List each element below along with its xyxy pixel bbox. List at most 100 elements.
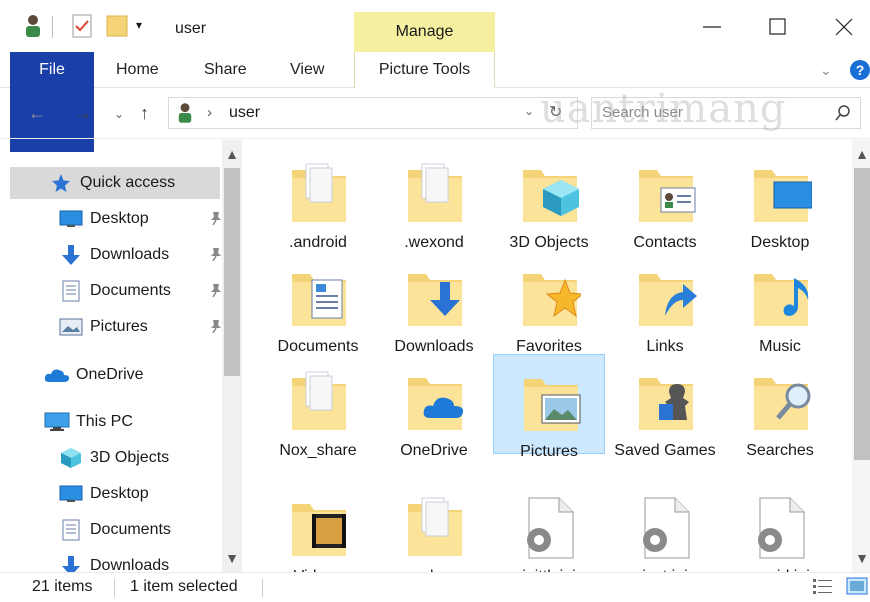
address-bar[interactable]: › user ⌄ ↻ <box>168 97 578 129</box>
status-separator <box>114 579 115 597</box>
nav-item-label: This PC <box>76 413 133 430</box>
star-icon <box>48 172 74 194</box>
contacts-folder-icon <box>639 170 696 222</box>
nav-item-desktop-pc[interactable]: Desktop <box>10 478 222 510</box>
file-item[interactable]: Nox_share <box>262 354 374 459</box>
forward-arrow-icon[interactable]: → <box>74 103 92 124</box>
file-item[interactable]: OneDrive <box>378 354 490 459</box>
games-folder-icon <box>639 378 693 430</box>
download-icon <box>58 555 84 572</box>
recent-locations-chevron-icon[interactable]: ⌄ <box>114 107 124 121</box>
desktop-folder-icon <box>754 170 812 222</box>
address-dropdown-chevron-icon[interactable]: ⌄ <box>524 104 534 118</box>
file-item[interactable]: .wexond <box>378 146 490 251</box>
file-item[interactable]: Links <box>609 250 721 355</box>
large-icons-view-icon[interactable] <box>846 576 868 601</box>
file-item-label: Nox_share <box>279 442 357 459</box>
file-item[interactable]: .android <box>262 146 374 251</box>
nav-item-label: Documents <box>90 282 171 299</box>
manage-context-tab[interactable]: Manage <box>354 12 495 52</box>
nav-item-documents[interactable]: Documents <box>10 275 222 307</box>
nav-item-documents-pc[interactable]: Documents <box>10 514 222 546</box>
nav-item-label: OneDrive <box>76 366 144 383</box>
file-item-label: Pictures <box>520 443 578 460</box>
properties-icon[interactable] <box>72 14 92 38</box>
tab-home[interactable]: Home <box>116 52 159 88</box>
scroll-down-icon[interactable]: ▼ <box>852 550 870 566</box>
pictures-icon <box>58 316 84 338</box>
nav-scrollbar-thumb[interactable] <box>224 168 240 376</box>
file-grid: .android .wexond 3D Objects Contacts Desktop… <box>262 140 852 572</box>
file-item[interactable]: Videos <box>262 480 374 572</box>
close-icon[interactable] <box>832 14 858 40</box>
expand-ribbon-chevron-icon[interactable]: ⌄ <box>820 62 832 79</box>
search-icon[interactable] <box>834 104 852 126</box>
desktop-icon <box>58 208 84 230</box>
pin-icon[interactable] <box>210 247 222 262</box>
scroll-down-icon[interactable]: ▼ <box>222 550 242 566</box>
downloads-folder-icon <box>408 274 462 326</box>
pin-icon[interactable] <box>210 211 222 226</box>
nav-item-this-pc[interactable]: This PC <box>10 406 222 438</box>
nav-scrollbar[interactable]: ▲ ▼ <box>222 140 242 572</box>
file-item-label: OneDrive <box>400 442 468 459</box>
file-item[interactable]: Searches <box>724 354 836 459</box>
tab-picture-tools[interactable]: Picture Tools <box>354 52 495 88</box>
nav-item-label: Pictures <box>90 318 148 335</box>
file-item[interactable]: inst.ini <box>609 480 721 572</box>
doc-folder-icon <box>408 497 462 556</box>
new-folder-icon[interactable] <box>106 14 128 38</box>
tab-share[interactable]: Share <box>204 52 247 88</box>
window-title: user <box>175 20 207 37</box>
details-view-icon[interactable] <box>812 576 834 601</box>
file-item[interactable]: Pictures <box>493 354 605 460</box>
nav-item-label: Quick access <box>80 174 176 191</box>
minimize-icon[interactable] <box>700 14 726 40</box>
content-scrollbar[interactable]: ▲ ▼ <box>852 140 870 572</box>
scroll-up-icon[interactable]: ▲ <box>852 146 870 162</box>
file-item[interactable]: inittk.ini <box>493 480 605 572</box>
file-item[interactable]: Desktop <box>724 146 836 251</box>
nav-item-label: Downloads <box>90 246 170 263</box>
nav-item-desktop[interactable]: Desktop <box>10 203 222 235</box>
file-item[interactable]: Music <box>724 250 836 355</box>
file-item-label: Searches <box>746 442 814 459</box>
nav-item-downloads[interactable]: Downloads <box>10 239 222 271</box>
nav-item-3d-objects[interactable]: 3D Objects <box>10 442 222 474</box>
file-item[interactable]: Saved Games <box>609 354 721 459</box>
nav-item-onedrive[interactable]: OneDrive <box>10 359 222 391</box>
status-separator <box>262 579 263 597</box>
nav-item-label: 3D Objects <box>90 449 170 466</box>
nav-item-pictures[interactable]: Pictures <box>10 311 222 343</box>
back-arrow-icon[interactable]: ← <box>28 103 46 124</box>
desktop-icon <box>58 483 84 505</box>
scroll-up-icon[interactable]: ▲ <box>222 146 242 162</box>
content-scrollbar-thumb[interactable] <box>854 168 870 460</box>
help-icon[interactable]: ? <box>850 60 870 80</box>
breadcrumb-user[interactable]: user <box>229 104 260 122</box>
file-item[interactable]: nuuid.ini <box>724 480 836 572</box>
file-item[interactable]: Contacts <box>609 146 721 251</box>
file-item[interactable]: Downloads <box>378 250 490 355</box>
customize-qa-chevron-icon[interactable]: ▾ <box>136 18 142 32</box>
pin-icon[interactable] <box>210 319 222 334</box>
nav-item-label: Desktop <box>90 485 149 502</box>
maximize-icon[interactable] <box>766 14 792 40</box>
qa-separator <box>52 16 53 38</box>
settings-file-icon <box>527 497 574 559</box>
document-icon <box>58 519 84 541</box>
nav-item-quick-access[interactable]: Quick access <box>10 167 220 199</box>
file-item[interactable]: vmlogs <box>378 480 490 572</box>
up-arrow-icon[interactable]: ↑ <box>140 103 149 124</box>
cloud-icon <box>44 364 70 386</box>
tab-view[interactable]: View <box>290 52 324 88</box>
pin-icon[interactable] <box>210 283 222 298</box>
user-location-icon <box>177 102 193 128</box>
video-folder-icon <box>292 504 346 556</box>
pictures-folder-icon <box>524 379 581 431</box>
file-item[interactable]: Documents <box>262 250 374 355</box>
selection-count: 1 item selected <box>130 578 238 595</box>
nav-item-downloads-pc[interactable]: Downloads <box>10 550 222 572</box>
file-item[interactable]: Favorites <box>493 250 605 355</box>
file-item[interactable]: 3D Objects <box>493 146 605 251</box>
